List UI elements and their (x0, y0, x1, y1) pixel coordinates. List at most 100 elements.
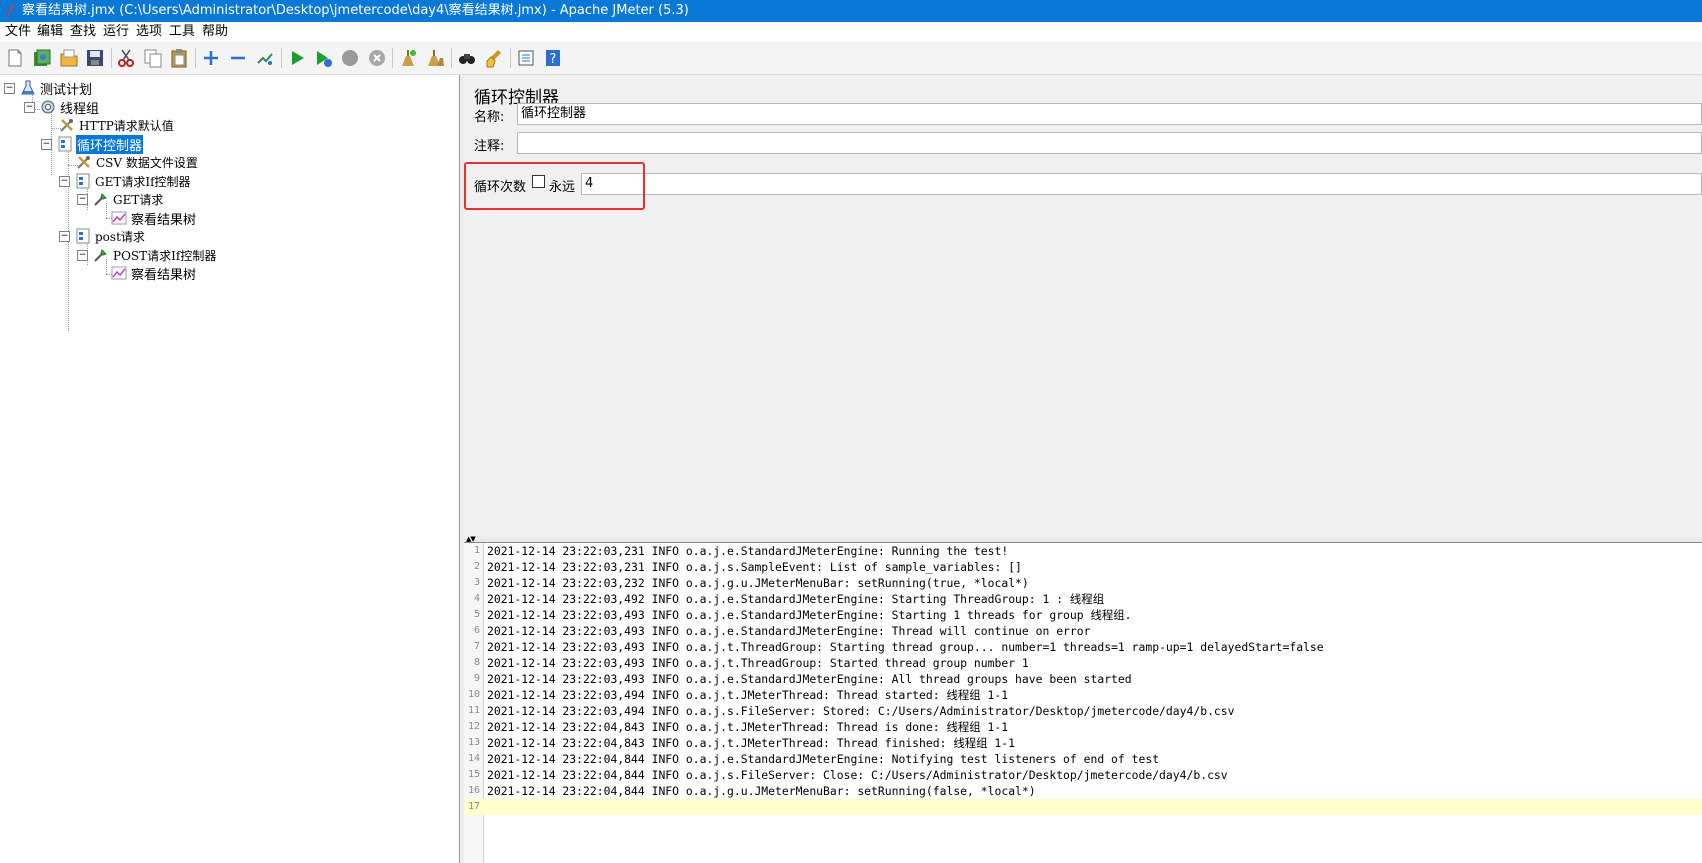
tree-node-label: 循环控制器 (76, 134, 144, 154)
tree-node-get-sampler[interactable]: − GET请求 (77, 190, 164, 208)
log-line: 2 2021-12-14 23:22:03,231 INFO o.a.j.s.Sa… (473, 560, 1022, 574)
test-plan-tree[interactable]: − 测试计划 − 线程组 HTTP请求默认值 − 循环控制器 CSV 数据文件设… (0, 75, 460, 863)
tree-node-post-controller[interactable]: − post请求 (59, 227, 146, 245)
stop-icon[interactable] (339, 47, 361, 69)
open-icon[interactable] (58, 47, 80, 69)
log-line: 9 2021-12-14 23:22:03,493 INFO o.a.j.e.St… (473, 672, 1132, 686)
log-line: 7 2021-12-14 23:22:03,493 INFO o.a.j.t.Th… (473, 640, 1324, 654)
sampler-icon (92, 246, 110, 264)
cut-icon[interactable] (115, 47, 137, 69)
collapse-toggle[interactable]: − (77, 249, 88, 261)
listener-icon (110, 264, 128, 282)
toolbar-separator (392, 48, 393, 68)
thread-group-icon (39, 98, 57, 116)
shutdown-icon[interactable] (366, 47, 388, 69)
menu-help[interactable]: 帮助 (201, 24, 229, 40)
log-line: 16 2021-12-14 23:22:04,844 INFO o.a.j.g.u… (467, 784, 1036, 798)
toolbar-separator (451, 48, 452, 68)
log-line: 15 2021-12-14 23:22:04,844 INFO o.a.j.s.F… (467, 768, 1228, 782)
search-icon[interactable] (456, 47, 478, 69)
log-line: 8 2021-12-14 23:22:03,493 INFO o.a.j.t.Th… (473, 656, 1029, 670)
log-line-current: 17 (464, 799, 1702, 815)
tree-node-view-results-tree[interactable]: 察看结果树 (110, 209, 197, 228)
split-arrows-icon[interactable]: ▲▼ (466, 535, 476, 543)
annotation-highlight-box (464, 162, 645, 210)
toolbar-separator (195, 48, 196, 68)
tree-node-label: 线程组 (60, 101, 100, 117)
sampler-icon (92, 190, 110, 208)
svg-text:?: ? (550, 52, 557, 67)
collapse-toggle[interactable]: − (59, 175, 70, 187)
log-line: 12 2021-12-14 23:22:04,843 INFO o.a.j.t.J… (467, 720, 1009, 734)
tree-node-label: CSV 数据文件设置 (96, 155, 198, 170)
tree-node-csv-config[interactable]: CSV 数据文件设置 (75, 153, 199, 171)
jmeter-feather-icon (7, 4, 15, 18)
collapse-toggle[interactable]: − (24, 101, 35, 113)
tree-node-label: 测试计划 (40, 82, 93, 98)
tree-node-view-results-tree[interactable]: 察看结果树 (110, 264, 197, 283)
test-plan-icon (19, 79, 37, 97)
clear-all-icon[interactable] (424, 47, 446, 69)
collapse-toggle[interactable]: − (41, 138, 52, 150)
function-helper-icon[interactable] (515, 47, 537, 69)
start-icon[interactable] (286, 47, 308, 69)
controller-icon (56, 135, 74, 153)
config-element-icon (75, 153, 93, 171)
name-label: 名称: (474, 110, 505, 125)
start-no-pause-icon[interactable] (312, 47, 334, 69)
menu-edit[interactable]: 编辑 (36, 24, 64, 40)
comment-label: 注释: (474, 139, 505, 154)
paste-icon[interactable] (168, 47, 190, 69)
loop-controller-editor: 循环控制器 名称: 循环控制器 注释: 循环次数 永远 4 (464, 75, 1702, 538)
menu-bar: 文件 编辑 查找 运行 选项 工具 帮助 (0, 22, 1702, 42)
reset-search-icon[interactable] (483, 47, 505, 69)
expand-icon[interactable] (200, 47, 222, 69)
tree-node-post-if-controller[interactable]: − POST请求If控制器 (77, 246, 217, 264)
templates-icon[interactable] (31, 47, 53, 69)
window-title-bar[interactable]: 察看结果树.jmx (C:\Users\Administrator\Deskto… (0, 0, 1702, 22)
name-field[interactable]: 循环控制器 (517, 103, 1702, 125)
tree-node-thread-group[interactable]: − 线程组 (24, 98, 100, 117)
tree-node-label: 察看结果树 (131, 212, 197, 228)
menu-file[interactable]: 文件 (4, 24, 32, 40)
log-viewer[interactable]: 1 2021-12-14 23:22:03,231 INFO o.a.j.e.St… (464, 543, 1702, 863)
tree-node-label: POST请求If控制器 (113, 248, 217, 263)
log-line: 11 2021-12-14 23:22:03,494 INFO o.a.j.s.F… (467, 704, 1235, 718)
listener-icon (110, 209, 128, 227)
toolbar: ? (0, 42, 1702, 75)
tree-node-label: HTTP请求默认值 (79, 118, 174, 133)
collapse-toggle[interactable]: − (59, 230, 70, 242)
new-icon[interactable] (4, 47, 26, 69)
collapse-icon[interactable] (227, 47, 249, 69)
tree-node-test-plan[interactable]: − 测试计划 (4, 79, 93, 98)
toolbar-separator (111, 48, 112, 68)
save-icon[interactable] (84, 47, 106, 69)
toggle-icon[interactable] (254, 47, 276, 69)
log-line: 3 2021-12-14 23:22:03,232 INFO o.a.j.g.u.… (473, 576, 1029, 590)
log-line: 10 2021-12-14 23:22:03,494 INFO o.a.j.t.J… (467, 688, 1009, 702)
window-title: 察看结果树.jmx (C:\Users\Administrator\Deskto… (22, 3, 689, 18)
comment-field[interactable] (517, 132, 1702, 154)
controller-icon (74, 227, 92, 245)
collapse-toggle[interactable]: − (77, 193, 88, 205)
menu-options[interactable]: 选项 (135, 24, 163, 40)
collapse-toggle[interactable]: − (4, 82, 15, 94)
menu-run[interactable]: 运行 (102, 24, 130, 40)
log-line: 5 2021-12-14 23:22:03,493 INFO o.a.j.e.St… (473, 608, 1132, 622)
controller-icon (74, 172, 92, 190)
tree-node-http-defaults[interactable]: HTTP请求默认值 (58, 116, 175, 134)
menu-tools[interactable]: 工具 (168, 24, 196, 40)
loop-count-field[interactable]: 4 (581, 173, 1702, 195)
log-line: 14 2021-12-14 23:22:04,844 INFO o.a.j.e.S… (467, 752, 1160, 766)
toolbar-separator (281, 48, 282, 68)
copy-icon[interactable] (142, 47, 164, 69)
log-line: 6 2021-12-14 23:22:03,493 INFO o.a.j.e.St… (473, 624, 1091, 638)
tree-node-loop-controller[interactable]: − 循环控制器 (41, 134, 144, 154)
config-element-icon (58, 116, 76, 134)
toolbar-separator (510, 48, 511, 68)
help-icon[interactable]: ? (542, 47, 564, 69)
clear-icon[interactable] (397, 47, 419, 69)
menu-search[interactable]: 查找 (69, 24, 97, 40)
tree-node-label: GET请求 (113, 192, 164, 207)
tree-node-get-if-controller[interactable]: − GET请求If控制器 (59, 172, 192, 190)
